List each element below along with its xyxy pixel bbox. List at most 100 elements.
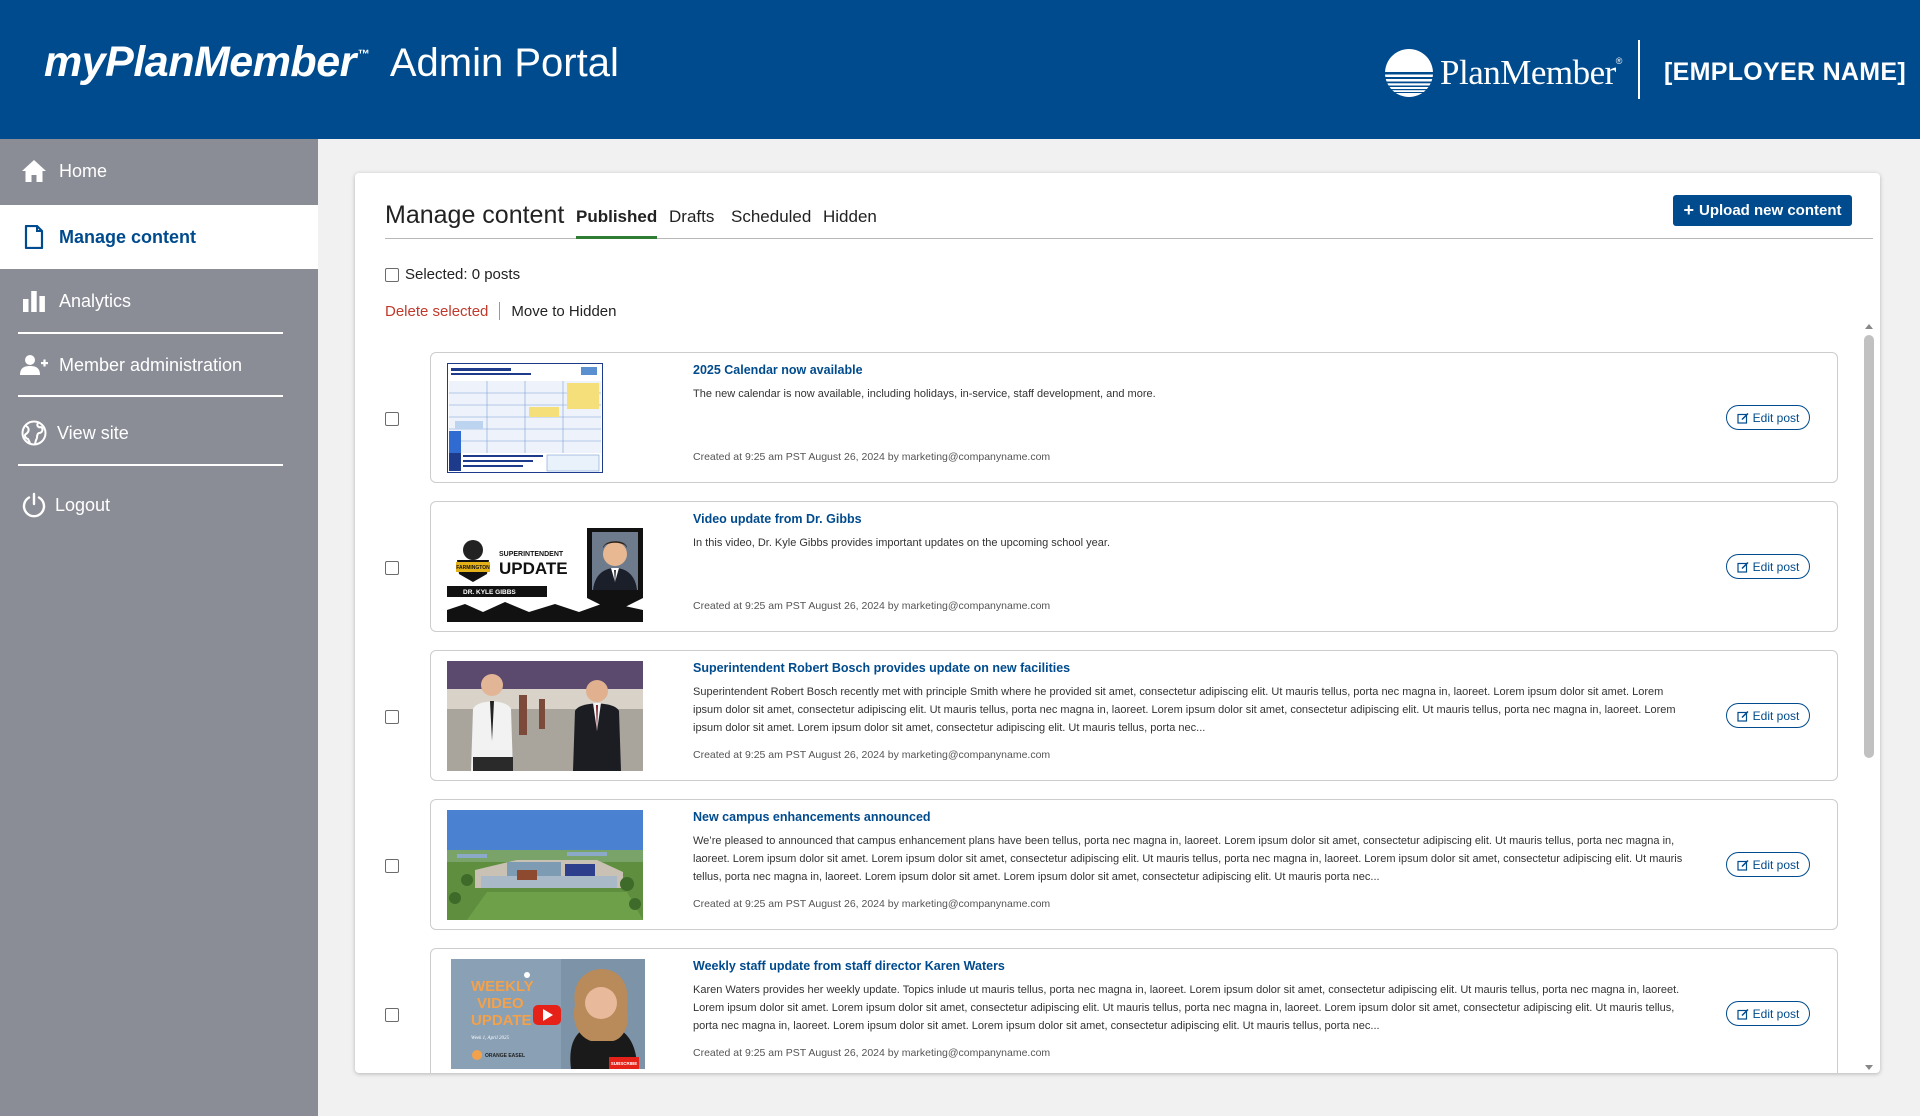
select-all-checkbox[interactable] (385, 267, 399, 282)
edit-post-label: Edit post (1752, 857, 1800, 872)
sidebar-item-label: Manage content (59, 226, 197, 247)
app-header: myPlanMember ™ Admin Portal PlanMember ® … (0, 0, 1920, 139)
brand-name: myPlanMember (44, 38, 356, 86)
globe-icon (20, 419, 48, 447)
delete-selected-link[interactable]: Delete selected (385, 303, 488, 320)
post-checkbox[interactable] (385, 1008, 399, 1022)
planmember-globe-icon (1384, 49, 1434, 97)
tab-published[interactable]: Published (576, 207, 658, 239)
edit-icon (1737, 710, 1749, 722)
post-card: 2025 Calendar now available The new cale… (430, 352, 1838, 483)
thumb-subscribe-text: SUBSCRIBE (611, 1061, 638, 1066)
post-checkbox[interactable] (385, 710, 399, 724)
post-thumbnail-calendar[interactable] (447, 363, 603, 473)
sidebar-item-logout[interactable]: Logout (0, 473, 318, 537)
thumb-name-text: DR. KYLE GIBBS (463, 589, 516, 596)
brand: myPlanMember ™ Admin Portal (44, 38, 619, 87)
thumb-weekly-text: WEEKLY (471, 978, 534, 995)
post-title[interactable]: Superintendent Robert Bosch provides upd… (693, 661, 1070, 675)
brand-subtitle: Admin Portal (389, 41, 619, 85)
post-description: We’re pleased to announced that campus e… (693, 835, 1683, 883)
sidebar: Home Manage content Analytics Member adm… (0, 139, 318, 1116)
scroll-up-arrow-icon[interactable] (1865, 324, 1873, 329)
home-icon (20, 157, 48, 185)
edit-post-label: Edit post (1752, 559, 1800, 574)
employer-name: [EMPLOYER NAME] (1664, 58, 1906, 86)
post-meta: Created at 9:25 am PST August 26, 2024 b… (693, 600, 1051, 612)
header-divider (1638, 40, 1640, 99)
tab-hidden[interactable]: Hidden (823, 207, 877, 239)
post-meta: Created at 9:25 am PST August 26, 2024 b… (693, 1047, 1051, 1059)
thumb-video-text: VIDEO (477, 995, 524, 1012)
post-thumbnail-facilities[interactable] (447, 661, 643, 771)
post-title[interactable]: New campus enhancements announced (693, 810, 931, 824)
edit-icon (1737, 412, 1749, 424)
edit-post-button[interactable]: Edit post (1726, 554, 1810, 579)
post-checkbox[interactable] (385, 859, 399, 873)
bar-chart-icon (20, 287, 48, 315)
scroll-down-arrow-icon[interactable] (1865, 1065, 1873, 1070)
edit-post-label: Edit post (1752, 708, 1800, 723)
post-description: Karen Waters provides her weekly update.… (693, 984, 1680, 1032)
post-thumbnail-weekly-video[interactable]: WEEKLY VIDEO UPDATE Week 1, April 2025 O… (451, 959, 645, 1069)
post-card: WEEKLY VIDEO UPDATE Week 1, April 2025 O… (430, 948, 1838, 1073)
tab-scheduled[interactable]: Scheduled (731, 207, 811, 239)
sidebar-item-view-site[interactable]: View site (0, 401, 318, 465)
planmember-logo: PlanMember ® (1384, 48, 1622, 98)
selected-count: Selected: 0 posts (405, 266, 521, 283)
post-checkbox[interactable] (385, 412, 399, 426)
weekly-video-update-thumbnail: WEEKLY VIDEO UPDATE Week 1, April 2025 O… (451, 959, 645, 1069)
post-list-scrollbar[interactable] (1862, 321, 1876, 1073)
post-title[interactable]: 2025 Calendar now available (693, 363, 863, 377)
post-card: FARMINGTON SUPERINTENDENT UPDATE DR. KYL… (430, 501, 1838, 632)
add-user-icon (20, 351, 48, 379)
post-description: The new calendar is now available, inclu… (693, 388, 1156, 400)
sidebar-item-label: View site (57, 422, 129, 443)
post-card: New campus enhancements announced We’re … (430, 799, 1838, 930)
post-description: Superintendent Robert Bosch recently met… (693, 686, 1676, 734)
sidebar-item-analytics[interactable]: Analytics (0, 269, 318, 333)
planmember-wordmark: PlanMember (1440, 53, 1616, 92)
thumb-super-text: SUPERINTENDENT (499, 551, 564, 558)
post-checkbox[interactable] (385, 561, 399, 575)
power-icon (20, 491, 48, 519)
edit-post-label: Edit post (1752, 410, 1800, 425)
sidebar-divider (18, 464, 283, 466)
post-thumbnail-campus[interactable] (447, 810, 643, 920)
sidebar-divider (18, 395, 283, 397)
brand-trademark: ™ (357, 47, 370, 61)
post-description: In this video, Dr. Kyle Gibbs provides i… (693, 537, 1111, 549)
thumb-week-text: Week 1, April 2025 (471, 1036, 510, 1041)
two-men-in-hall-photo (447, 661, 643, 771)
edit-icon (1737, 561, 1749, 573)
scrollbar-thumb[interactable] (1864, 335, 1874, 758)
sidebar-item-label: Logout (55, 494, 111, 515)
edit-post-button[interactable]: Edit post (1726, 1001, 1810, 1026)
plus-icon: + (1683, 200, 1694, 220)
sidebar-item-manage-content[interactable]: Manage content (0, 205, 318, 269)
registered-mark: ® (1615, 56, 1623, 66)
superintendent-update-thumbnail: FARMINGTON SUPERINTENDENT UPDATE DR. KYL… (447, 512, 643, 622)
post-thumbnail-video-update[interactable]: FARMINGTON SUPERINTENDENT UPDATE DR. KYL… (447, 512, 643, 622)
bulk-actions: Delete selected Move to Hidden (385, 302, 616, 320)
tab-drafts[interactable]: Drafts (669, 207, 714, 239)
content-tabs: Published Drafts Scheduled Hidden (385, 205, 1873, 239)
edit-post-button[interactable]: Edit post (1726, 852, 1810, 877)
move-to-hidden-link[interactable]: Move to Hidden (511, 303, 616, 320)
edit-icon (1737, 1008, 1749, 1020)
sidebar-item-label: Analytics (59, 290, 132, 311)
sidebar-item-home[interactable]: Home (0, 139, 318, 203)
edit-post-button[interactable]: Edit post (1726, 703, 1810, 728)
post-title[interactable]: Video update from Dr. Gibbs (693, 512, 862, 526)
post-meta: Created at 9:25 am PST August 26, 2024 b… (693, 749, 1051, 761)
edit-post-button[interactable]: Edit post (1726, 405, 1810, 430)
edit-icon (1737, 859, 1749, 871)
sidebar-item-member-administration[interactable]: Member administration (0, 333, 318, 397)
document-icon (20, 223, 48, 251)
sidebar-item-label: Member administration (59, 354, 243, 375)
post-title[interactable]: Weekly staff update from staff director … (693, 959, 1005, 973)
content-card: Published Drafts Scheduled Hidden Manage… (355, 173, 1880, 1073)
sidebar-item-label: Home (59, 160, 108, 181)
thumb-update-text: UPDATE (471, 1012, 532, 1029)
upload-new-content-button[interactable]: + Upload new content (1673, 195, 1852, 226)
